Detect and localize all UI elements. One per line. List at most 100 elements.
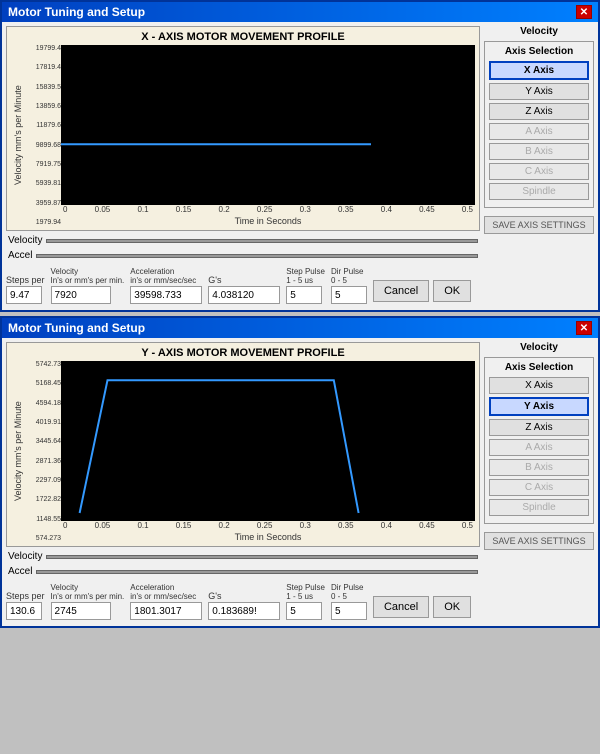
accel-slider-label: Accel: [8, 566, 32, 577]
dir-pulse-group: Dir Pulse0 - 5: [331, 583, 367, 620]
y-tick-labels: 5742.735168.454594.184019.913445.642871.…: [25, 361, 61, 542]
y-tick: 1148.55: [25, 516, 61, 523]
velocity-slider[interactable]: [46, 555, 478, 559]
right-panel: Velocity Axis Selection X Axis Y Axis Z Ax…: [484, 26, 594, 306]
velocity-slider-row: Velocity: [6, 235, 480, 246]
steps-per-input[interactable]: [6, 602, 42, 620]
axis-btn-b-axis[interactable]: B Axis: [489, 143, 589, 160]
velocity-input[interactable]: [51, 602, 111, 620]
y-tick: 11879.6: [25, 122, 61, 129]
accel-slider[interactable]: [36, 570, 478, 574]
y-tick: 3959.87: [25, 200, 61, 207]
x-tick-labels: 00.050.10.150.20.250.30.350.40.450.5: [61, 205, 475, 214]
chart-container: Y - AXIS MOTOR MOVEMENT PROFILE Velocity…: [6, 342, 480, 547]
cancel-button[interactable]: Cancel: [373, 280, 429, 302]
left-panel: X - AXIS MOTOR MOVEMENT PROFILE Velocity…: [6, 26, 480, 306]
x-tick: 0.1: [137, 205, 148, 214]
input-row: Steps per VelocityIn's or mm's per min. …: [6, 265, 480, 306]
velocity-input-label: VelocityIn's or mm's per min.: [51, 583, 125, 601]
accel-slider-row: Accel: [6, 566, 480, 577]
velocity-right-label: Velocity: [484, 342, 594, 353]
steps-per-group: Steps per: [6, 591, 45, 620]
chart-title: X - AXIS MOTOR MOVEMENT PROFILE: [11, 31, 475, 43]
axis-selection-title: Axis Selection: [489, 362, 589, 373]
dir-pulse-label: Dir Pulse0 - 5: [331, 583, 367, 601]
x-tick-labels: 00.050.10.150.20.250.30.350.40.450.5: [61, 521, 475, 530]
y-tick: 4594.18: [25, 400, 61, 407]
x-tick: 0.25: [257, 205, 273, 214]
close-button[interactable]: ✕: [576, 321, 592, 335]
x-tick: 0.15: [176, 205, 192, 214]
x-tick: 0.4: [381, 205, 392, 214]
chart-svg: [61, 45, 475, 205]
axis-btn-y-axis[interactable]: Y Axis: [489, 83, 589, 100]
steps-per-input[interactable]: [6, 286, 42, 304]
y-tick: 13859.6: [25, 103, 61, 110]
axis-btn-x-axis[interactable]: X Axis: [489, 377, 589, 394]
x-tick: 0.5: [462, 521, 473, 530]
save-axis-settings-button[interactable]: SAVE AXIS SETTINGS: [484, 216, 594, 234]
steps-per-group: Steps per: [6, 275, 45, 304]
axis-btn-a-axis[interactable]: A Axis: [489, 439, 589, 456]
cancel-button[interactable]: Cancel: [373, 596, 429, 618]
gs-input[interactable]: [208, 602, 280, 620]
velocity-slider[interactable]: [46, 239, 478, 243]
gs-input[interactable]: [208, 286, 280, 304]
y-tick: 574.273: [25, 535, 61, 542]
axis-btn-z-axis[interactable]: Z Axis: [489, 103, 589, 120]
chart-area: Velocity mm's per Minute 00.050.10.150.2…: [61, 361, 475, 542]
close-button[interactable]: ✕: [576, 5, 592, 19]
y-axis-label-vertical: Velocity mm's per Minute: [11, 45, 25, 226]
save-axis-settings-button[interactable]: SAVE AXIS SETTINGS: [484, 532, 594, 550]
dir-pulse-input[interactable]: [331, 602, 367, 620]
axis-selection: Axis Selection X Axis Y Axis Z Axis A Axis B…: [484, 41, 594, 208]
accel-slider-label: Accel: [8, 250, 32, 261]
gs-label: G's: [208, 591, 280, 601]
velocity-right-label: Velocity: [484, 26, 594, 37]
x-tick: 0.1: [137, 521, 148, 530]
dir-pulse-input[interactable]: [331, 286, 367, 304]
y-tick: 5168.45: [25, 380, 61, 387]
window-title: Motor Tuning and Setup: [8, 321, 145, 335]
x-tick: 0: [63, 205, 67, 214]
chart-title: Y - AXIS MOTOR MOVEMENT PROFILE: [11, 347, 475, 359]
axis-selection: Axis Selection X Axis Y Axis Z Axis A Axis B…: [484, 357, 594, 524]
step-pulse-group: Step Pulse1 - 5 us: [286, 267, 325, 304]
right-panel: Velocity Axis Selection X Axis Y Axis Z Ax…: [484, 342, 594, 622]
axis-btn-x-axis[interactable]: X Axis: [489, 61, 589, 80]
ok-button[interactable]: OK: [433, 596, 471, 618]
ok-button[interactable]: OK: [433, 280, 471, 302]
y-tick: 2871.36: [25, 458, 61, 465]
left-panel: Y - AXIS MOTOR MOVEMENT PROFILE Velocity…: [6, 342, 480, 622]
acceleration-input[interactable]: [130, 602, 202, 620]
axis-btn-z-axis[interactable]: Z Axis: [489, 419, 589, 436]
accel-slider[interactable]: [36, 254, 478, 258]
y-tick: 5742.73: [25, 361, 61, 368]
axis-btn-a-axis[interactable]: A Axis: [489, 123, 589, 140]
x-tick: 0.05: [95, 205, 111, 214]
step-pulse-label: Step Pulse1 - 5 us: [286, 583, 325, 601]
axis-btn-b-axis[interactable]: B Axis: [489, 459, 589, 476]
axis-selection-title: Axis Selection: [489, 46, 589, 57]
axis-btn-c-axis[interactable]: C Axis: [489, 163, 589, 180]
bottom-btns: Cancel OK: [373, 594, 471, 620]
acceleration-label: Accelerationin's or mm/sec/sec: [130, 583, 202, 601]
steps-per-label: Steps per: [6, 591, 45, 601]
step-pulse-input[interactable]: [286, 286, 322, 304]
dir-pulse-label: Dir Pulse0 - 5: [331, 267, 367, 285]
acceleration-group: Accelerationin's or mm/sec/sec: [130, 267, 202, 304]
acceleration-input[interactable]: [130, 286, 202, 304]
x-axis-label: Time in Seconds: [61, 216, 475, 226]
axis-btn-spindle[interactable]: Spindle: [489, 183, 589, 200]
axis-btn-c-axis[interactable]: C Axis: [489, 479, 589, 496]
axis-btn-spindle[interactable]: Spindle: [489, 499, 589, 516]
axis-btn-y-axis[interactable]: Y Axis: [489, 397, 589, 416]
velocity-input[interactable]: [51, 286, 111, 304]
steps-per-label: Steps per: [6, 275, 45, 285]
y-tick: 19799.4: [25, 45, 61, 52]
step-pulse-label: Step Pulse1 - 5 us: [286, 267, 325, 285]
y-tick: 5939.81: [25, 180, 61, 187]
step-pulse-input[interactable]: [286, 602, 322, 620]
accel-slider-row: Accel: [6, 250, 480, 261]
window-title: Motor Tuning and Setup: [8, 5, 145, 19]
